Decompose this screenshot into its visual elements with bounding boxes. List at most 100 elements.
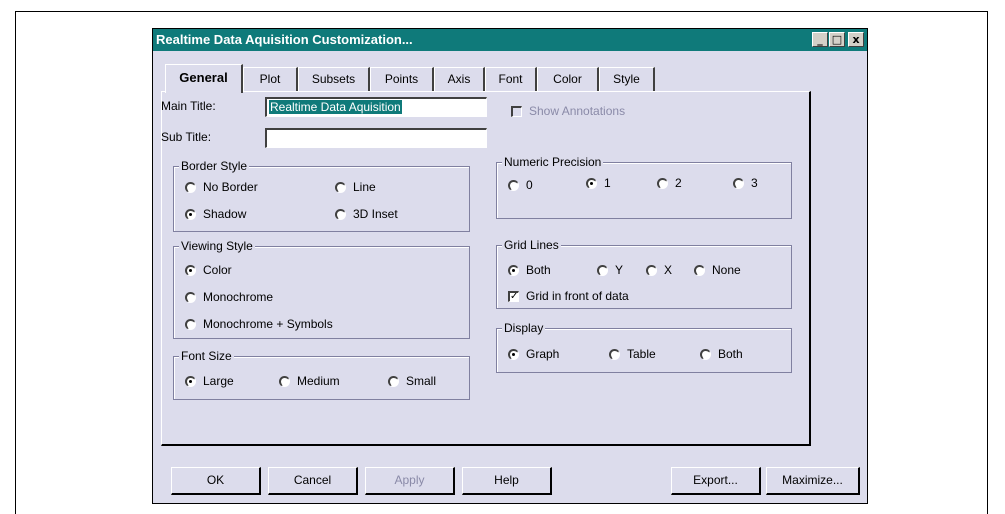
viewing-color-radio[interactable]: Color (185, 263, 232, 277)
display-graph-radio[interactable]: Graph (508, 347, 559, 361)
radio-icon (185, 181, 196, 193)
grid-none-radio[interactable]: None (694, 263, 741, 277)
title-bar[interactable]: Realtime Data Aquisition Customization..… (153, 29, 867, 51)
radio-icon (335, 181, 346, 193)
numeric-precision-group: Numeric Precision 0 1 2 3 (496, 155, 792, 219)
option-label: Medium (297, 374, 340, 388)
viewing-style-group: Viewing Style Color Monochrome Monochrom… (173, 239, 470, 339)
precision-2-radio[interactable]: 2 (657, 176, 682, 190)
font-size-group: Font Size Large Medium Small (173, 349, 470, 400)
radio-icon (646, 264, 657, 276)
tab-points[interactable]: Points (370, 67, 434, 92)
viewing-monochrome-radio[interactable]: Monochrome (185, 290, 273, 304)
maximize-dialog-button[interactable]: Maximize... (766, 467, 860, 495)
radio-icon (700, 348, 711, 360)
tab-color[interactable]: Color (537, 67, 599, 92)
option-label: No Border (203, 180, 258, 194)
cancel-button[interactable]: Cancel (268, 467, 358, 495)
radio-icon (694, 264, 705, 276)
option-label: 3D Inset (353, 207, 398, 221)
tab-plot[interactable]: Plot (243, 67, 298, 92)
display-table-radio[interactable]: Table (609, 347, 656, 361)
option-label: 1 (604, 176, 611, 190)
option-label: 0 (526, 178, 533, 192)
precision-1-radio[interactable]: 1 (586, 176, 611, 190)
apply-button[interactable]: Apply (365, 467, 455, 495)
option-label: Grid in front of data (526, 289, 629, 303)
border-style-title: Border Style (179, 159, 250, 173)
option-label: None (712, 263, 741, 277)
border-no-border-radio[interactable]: No Border (185, 180, 258, 194)
sub-title-label: Sub Title: (161, 130, 212, 144)
grid-lines-group: Grid Lines Both Y X None ✓ Grid in front … (496, 238, 792, 309)
option-label: X (664, 263, 673, 277)
tab-axis[interactable]: Axis (434, 67, 485, 92)
radio-icon (185, 318, 196, 330)
ok-button[interactable]: OK (171, 467, 261, 495)
radio-selected-icon (185, 264, 196, 276)
radio-selected-icon (508, 264, 519, 276)
font-size-small-radio[interactable]: Small (388, 374, 436, 388)
border-shadow-radio[interactable]: Shadow (185, 207, 246, 221)
grid-y-radio[interactable]: Y (597, 263, 623, 277)
option-label: Shadow (203, 207, 247, 221)
radio-icon (733, 177, 744, 189)
main-title-label: Main Title: (161, 99, 216, 113)
display-title: Display (502, 321, 546, 335)
tab-subsets[interactable]: Subsets (298, 67, 370, 92)
font-size-large-radio[interactable]: Large (185, 374, 234, 388)
option-label: Both (718, 347, 743, 361)
border-style-group: Border Style No Border Line Shadow 3D In… (173, 159, 470, 232)
main-title-value: Realtime Data Aquisition (269, 100, 402, 114)
border-line-radio[interactable]: Line (335, 180, 376, 194)
checkmark-icon: ✓ (508, 290, 519, 302)
precision-0-radio[interactable]: 0 (508, 178, 533, 192)
radio-icon (508, 179, 519, 191)
grid-lines-title: Grid Lines (502, 238, 561, 252)
grid-in-front-checkbox[interactable]: ✓ Grid in front of data (508, 289, 629, 303)
radio-icon (609, 348, 620, 360)
customization-dialog: Realtime Data Aquisition Customization..… (152, 28, 868, 504)
minimize-button[interactable]: _ (812, 32, 828, 47)
option-label: Monochrome + Symbols (203, 317, 333, 331)
option-label: Graph (526, 347, 560, 361)
main-title-input[interactable]: Realtime Data Aquisition (265, 97, 487, 117)
radio-icon (335, 208, 346, 220)
option-label: Small (406, 374, 437, 388)
show-annotations-checkbox[interactable]: Show Annotations (511, 104, 625, 118)
numeric-precision-title: Numeric Precision (502, 155, 604, 169)
option-label: Both (526, 263, 551, 277)
font-size-title: Font Size (179, 349, 234, 363)
option-label: Line (353, 180, 376, 194)
option-label: Table (627, 347, 656, 361)
precision-3-radio[interactable]: 3 (733, 176, 758, 190)
option-label: 2 (675, 176, 682, 190)
radio-icon (279, 375, 290, 387)
display-both-radio[interactable]: Both (700, 347, 743, 361)
display-group: Display Graph Table Both (496, 321, 792, 373)
radio-selected-icon (586, 177, 597, 189)
tab-general[interactable]: General (165, 64, 243, 93)
grid-x-radio[interactable]: X (646, 263, 672, 277)
option-label: Large (203, 374, 234, 388)
maximize-button[interactable]: □ (829, 32, 845, 47)
tab-font[interactable]: Font (485, 67, 537, 92)
grid-both-radio[interactable]: Both (508, 263, 551, 277)
viewing-monochrome-symbols-radio[interactable]: Monochrome + Symbols (185, 317, 333, 331)
viewing-style-title: Viewing Style (179, 239, 255, 253)
radio-selected-icon (185, 208, 196, 220)
font-size-medium-radio[interactable]: Medium (279, 374, 340, 388)
show-annotations-label: Show Annotations (529, 104, 626, 118)
close-button[interactable]: x (848, 32, 864, 47)
help-button[interactable]: Help (462, 467, 552, 495)
option-label: Y (615, 263, 624, 277)
window-title: Realtime Data Aquisition Customization..… (156, 32, 413, 47)
radio-icon (185, 291, 196, 303)
border-3d-inset-radio[interactable]: 3D Inset (335, 207, 398, 221)
export-button[interactable]: Export... (671, 467, 761, 495)
tab-style[interactable]: Style (599, 67, 655, 92)
option-label: 3 (751, 176, 758, 190)
sub-title-input[interactable] (265, 128, 487, 148)
option-label: Monochrome (203, 290, 274, 304)
show-annotations-check-icon (511, 105, 522, 117)
